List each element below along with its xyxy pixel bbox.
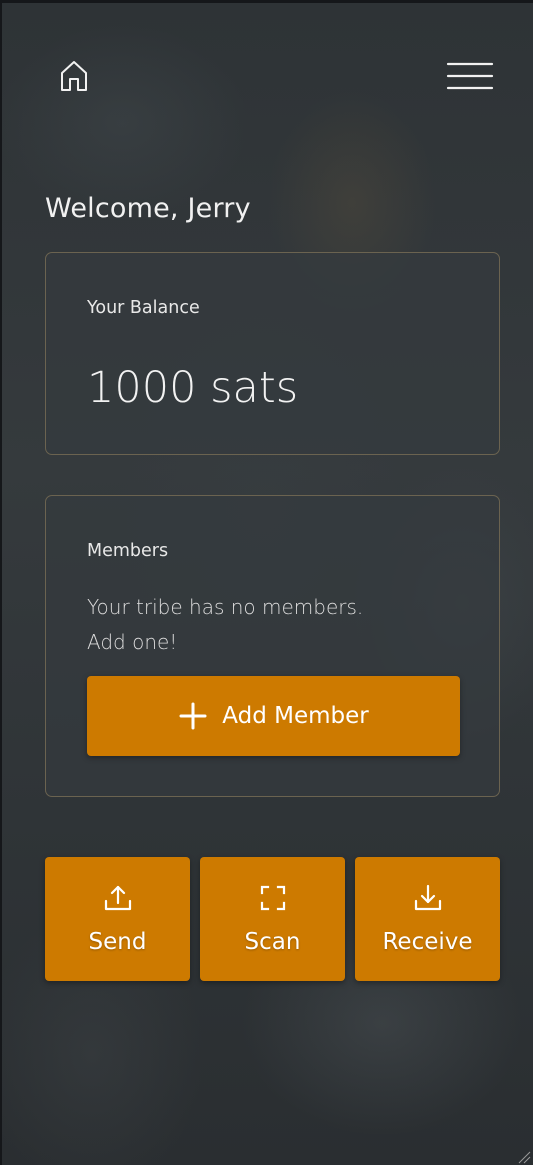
balance-label: Your Balance — [87, 298, 200, 318]
plus-icon — [178, 701, 208, 731]
home-button[interactable] — [54, 58, 94, 98]
app-screen: Welcome, Jerry Your Balance 1000 sats Me… — [0, 0, 533, 1165]
balance-value: 1000 sats — [87, 363, 299, 413]
hamburger-menu-icon — [446, 61, 494, 95]
members-empty-line-1: Your tribe has no members. — [87, 595, 364, 619]
resize-grip-icon[interactable] — [517, 1149, 531, 1164]
home-icon — [58, 59, 90, 97]
members-empty-message: Your tribe has no members. Add one! — [87, 590, 407, 660]
members-label: Members — [87, 541, 169, 561]
receive-label: Receive — [382, 929, 473, 955]
scan-label: Scan — [244, 929, 301, 955]
download-icon — [413, 883, 443, 913]
welcome-heading: Welcome, Jerry — [45, 193, 251, 224]
add-member-button[interactable]: Add Member — [87, 676, 460, 756]
scan-button[interactable]: Scan — [200, 857, 345, 981]
upload-icon — [103, 883, 133, 913]
balance-card: Your Balance 1000 sats — [45, 252, 500, 455]
send-button[interactable]: Send — [45, 857, 190, 981]
action-buttons: Send Scan Receive — [45, 857, 500, 981]
send-label: Send — [88, 929, 147, 955]
add-member-label: Add Member — [222, 703, 369, 729]
menu-button[interactable] — [442, 58, 498, 98]
receive-button[interactable]: Receive — [355, 857, 500, 981]
members-card: Members Your tribe has no members. Add o… — [45, 495, 500, 797]
members-empty-line-2: Add one! — [87, 630, 178, 654]
scan-frame-icon — [260, 883, 286, 913]
